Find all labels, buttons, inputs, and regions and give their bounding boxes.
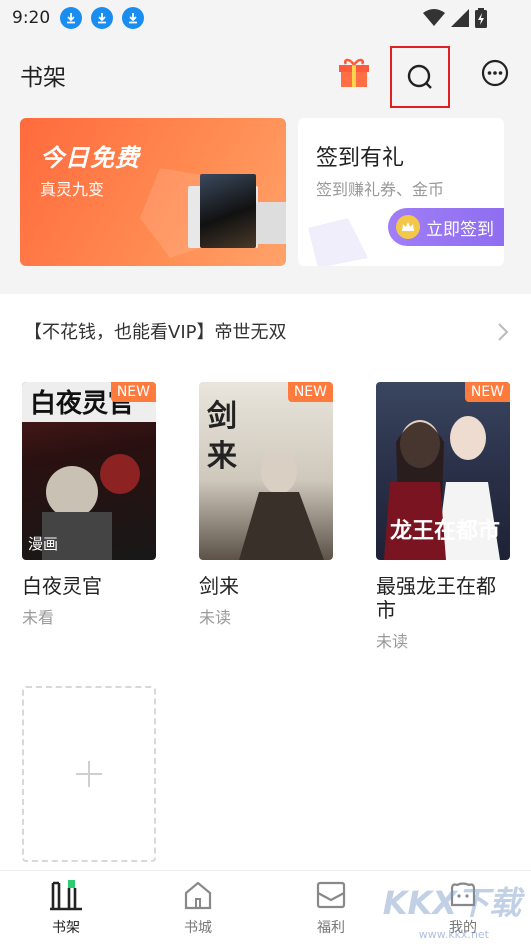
sign-in-subtitle: 签到赚礼券、金币 <box>316 180 445 199</box>
download-icon <box>91 7 114 29</box>
svg-text:来: 来 <box>207 439 237 474</box>
free-today-title: 今日免费 <box>40 144 140 172</box>
svg-text:龙王在都市: 龙王在都市 <box>390 518 500 544</box>
sign-in-card[interactable]: 签到有礼 签到赚礼券、金币 立即签到 <box>298 118 504 266</box>
nav-label: 福利 <box>317 920 345 936</box>
nav-label: 书架 <box>52 920 80 936</box>
cover-art: 龙王在都市 <box>384 416 500 560</box>
bookshelf-icon <box>50 880 82 911</box>
status-time: 9:20 <box>12 8 51 28</box>
new-badge: NEW <box>287 382 333 402</box>
cover-side <box>256 202 286 244</box>
new-badge: NEW <box>464 382 510 402</box>
book-title: 剑来 <box>199 574 239 598</box>
status-icons <box>423 8 487 28</box>
watermark-url: www.kkx.net <box>418 928 489 941</box>
new-badge: NEW <box>110 382 156 402</box>
book-read-status: 未看 <box>22 608 55 627</box>
chevron-right-icon <box>498 323 509 341</box>
nav-item-welfare[interactable]: 福利 <box>296 879 366 937</box>
add-book-button[interactable] <box>22 686 156 862</box>
gift-button[interactable] <box>336 54 372 90</box>
page-title: 书架 <box>20 65 66 91</box>
sign-in-title: 签到有礼 <box>316 146 405 171</box>
book-item[interactable]: 龙王在都市 NEW 最强龙王在都市 未读 <box>376 382 512 652</box>
status-bar: 9:20 <box>0 0 531 36</box>
free-today-card[interactable]: 今日免费 真灵九变 <box>20 118 286 266</box>
plus-icon <box>76 761 102 787</box>
book-item[interactable]: 剑 来 NEW 剑来 未读 <box>199 382 335 628</box>
more-button[interactable] <box>480 58 510 88</box>
book-cover: 白夜灵官 NEW 漫画 <box>22 382 156 560</box>
bookshelf: 【不花钱，也能看VIP】帝世无双 白夜灵官 NEW 漫画 白夜灵官 未看 剑 来 <box>0 294 531 870</box>
cover-art: 剑 来 <box>207 399 324 560</box>
book-read-status: 未读 <box>376 632 409 651</box>
comic-tag: 漫画 <box>28 535 59 553</box>
nav-label: 书城 <box>184 920 212 936</box>
more-icon <box>481 59 509 87</box>
sign-in-button[interactable]: 立即签到 <box>388 208 504 246</box>
promo-banner-text: 【不花钱，也能看VIP】帝世无双 <box>24 322 287 343</box>
wifi-icon <box>423 9 445 26</box>
book-cover: 龙王在都市 NEW <box>376 382 510 560</box>
crown-coin-icon <box>396 215 420 239</box>
svg-text:剑: 剑 <box>207 399 237 434</box>
battery-icon <box>475 8 487 28</box>
book-title: 最强龙王在都市 <box>376 574 496 622</box>
book-item[interactable]: 白夜灵官 NEW 漫画 白夜灵官 未看 <box>22 382 158 628</box>
search-icon <box>407 64 432 89</box>
free-book-cover <box>200 174 256 248</box>
book-read-status: 未读 <box>199 608 232 627</box>
nav-item-bookstore[interactable]: 书城 <box>163 879 233 937</box>
book-cover: 剑 来 NEW <box>199 382 333 560</box>
signal-icon <box>451 9 469 27</box>
mail-icon <box>316 881 346 909</box>
nav-item-bookshelf[interactable]: 书架 <box>31 879 101 937</box>
decor-shape <box>308 218 368 266</box>
download-icon <box>122 7 145 29</box>
home-icon <box>184 881 212 910</box>
app-header: 书架 <box>0 36 531 112</box>
gift-icon <box>339 58 369 87</box>
sign-in-button-label: 立即签到 <box>426 219 494 240</box>
book-title: 白夜灵官 <box>22 574 102 598</box>
search-button[interactable] <box>390 46 450 108</box>
download-icon <box>60 7 83 29</box>
free-today-book: 真灵九变 <box>40 180 105 199</box>
promo-banner[interactable]: 【不花钱，也能看VIP】帝世无双 <box>0 304 531 356</box>
watermark: KKX下载 <box>382 884 521 922</box>
